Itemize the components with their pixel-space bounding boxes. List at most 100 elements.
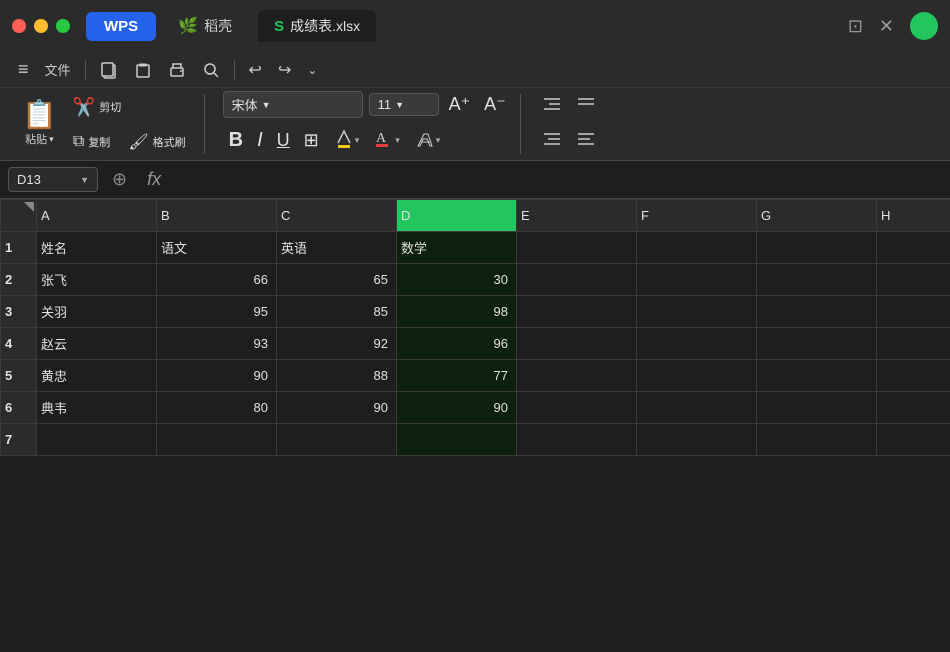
col-header-h[interactable]: H [877,200,950,232]
cell-7-0[interactable] [37,424,157,456]
underline-btn[interactable]: U [271,127,296,154]
clear-dropdown[interactable]: ▾ [436,135,441,146]
cell-2-6[interactable] [757,264,877,296]
cell-5-4[interactable] [517,360,637,392]
cell-5-6[interactable] [757,360,877,392]
cell-4-0[interactable]: 赵云 [37,328,157,360]
file-tab[interactable]: S 成绩表.xlsx [258,10,376,42]
cell-2-2[interactable]: 65 [277,264,397,296]
cell-6-5[interactable] [637,392,757,424]
cell-2-0[interactable]: 张飞 [37,264,157,296]
col-header-f[interactable]: F [637,200,757,232]
cell-4-4[interactable] [517,328,637,360]
cell-7-4[interactable] [517,424,637,456]
paste-doc-btn[interactable] [128,58,158,82]
row-header-6[interactable]: 6 [1,392,37,424]
align-right-btn2[interactable] [571,91,601,122]
cell-1-2[interactable]: 英语 [277,232,397,264]
row-header-4[interactable]: 4 [1,328,37,360]
undo-btn[interactable]: ↩ [243,57,268,83]
cell-2-7[interactable] [877,264,950,296]
cell-6-6[interactable] [757,392,877,424]
file-btn[interactable]: 文件 [39,57,77,82]
corner-header[interactable] [1,200,37,232]
align-distributed-btn[interactable] [571,126,601,157]
copy-doc-btn[interactable] [94,58,124,82]
cell-5-0[interactable]: 黄忠 [37,360,157,392]
cell-4-5[interactable] [637,328,757,360]
maximize-light[interactable] [56,19,70,33]
font-size-selector[interactable]: 11 ▼ [369,93,439,116]
font-color-btn[interactable]: A ▾ [367,124,406,157]
col-header-b[interactable]: B [157,200,277,232]
fill-color-btn[interactable]: ▾ [327,124,366,157]
cell-5-1[interactable]: 90 [157,360,277,392]
cell-3-5[interactable] [637,296,757,328]
align-right-btn[interactable] [537,91,567,122]
cell-1-6[interactable] [757,232,877,264]
col-header-d[interactable]: D [397,200,517,232]
cell-3-2[interactable]: 85 [277,296,397,328]
window-close-btn[interactable]: ✕ [879,16,894,37]
cell-5-7[interactable] [877,360,950,392]
cell-2-5[interactable] [637,264,757,296]
cell-3-7[interactable] [877,296,950,328]
cell-6-1[interactable]: 80 [157,392,277,424]
row-header-3[interactable]: 3 [1,296,37,328]
cell-4-7[interactable] [877,328,950,360]
menu-btn[interactable]: ≡ [12,56,35,83]
font-color-dropdown[interactable]: ▾ [395,135,400,146]
formula-input[interactable] [175,172,942,187]
clear-btn[interactable]: ▾ [408,127,447,155]
cell-ref-chevron[interactable]: ▼ [80,175,89,185]
cell-1-1[interactable]: 语文 [157,232,277,264]
cell-1-3[interactable]: 数学 [397,232,517,264]
cell-2-3[interactable]: 30 [397,264,517,296]
cell-1-7[interactable] [877,232,950,264]
minimize-light[interactable] [34,19,48,33]
cell-7-2[interactable] [277,424,397,456]
cut-btn[interactable]: ✂️ 剪切 [67,93,127,122]
cell-6-0[interactable]: 典韦 [37,392,157,424]
row-header-5[interactable]: 5 [1,360,37,392]
more-btn[interactable]: ⌄ [301,60,323,80]
row-header-7[interactable]: 7 [1,424,37,456]
cell-7-1[interactable] [157,424,277,456]
daoke-tab[interactable]: 🌿 稻壳 [164,10,246,42]
row-header-1[interactable]: 1 [1,232,37,264]
row-header-2[interactable]: 2 [1,264,37,296]
col-header-g[interactable]: G [757,200,877,232]
cell-7-6[interactable] [757,424,877,456]
redo-btn[interactable]: ↪ [272,57,297,83]
align-center-btn[interactable] [537,126,567,157]
cell-3-6[interactable] [757,296,877,328]
format-painter-btn[interactable]: 🖌 格式刷 [122,128,191,156]
copy-btn[interactable]: ⧉ 复制 [67,129,116,155]
cell-4-6[interactable] [757,328,877,360]
wps-tab[interactable]: WPS [86,12,156,41]
col-header-c[interactable]: C [277,200,397,232]
cell-1-5[interactable] [637,232,757,264]
cell-6-2[interactable]: 90 [277,392,397,424]
paste-btn[interactable]: 📋 粘贴 ▾ [16,97,63,151]
cell-3-3[interactable]: 98 [397,296,517,328]
cell-3-1[interactable]: 95 [157,296,277,328]
cell-5-3[interactable]: 77 [397,360,517,392]
cell-7-7[interactable] [877,424,950,456]
col-header-a[interactable]: A [37,200,157,232]
border-btn[interactable]: ⊞ [298,127,325,154]
cell-4-1[interactable]: 93 [157,328,277,360]
cell-5-5[interactable] [637,360,757,392]
italic-btn[interactable]: I [251,126,269,155]
close-light[interactable] [12,19,26,33]
cell-6-4[interactable] [517,392,637,424]
zoom-formula-btn[interactable]: ⊕ [106,167,133,192]
find-btn[interactable] [196,58,226,82]
cell-1-0[interactable]: 姓名 [37,232,157,264]
font-name-selector[interactable]: 宋体 ▼ [223,91,363,118]
font-increase-btn[interactable]: A⁺ [445,92,475,117]
cell-reference[interactable]: D13 ▼ [8,167,98,192]
cell-2-4[interactable] [517,264,637,296]
cell-6-3[interactable]: 90 [397,392,517,424]
col-header-e[interactable]: E [517,200,637,232]
